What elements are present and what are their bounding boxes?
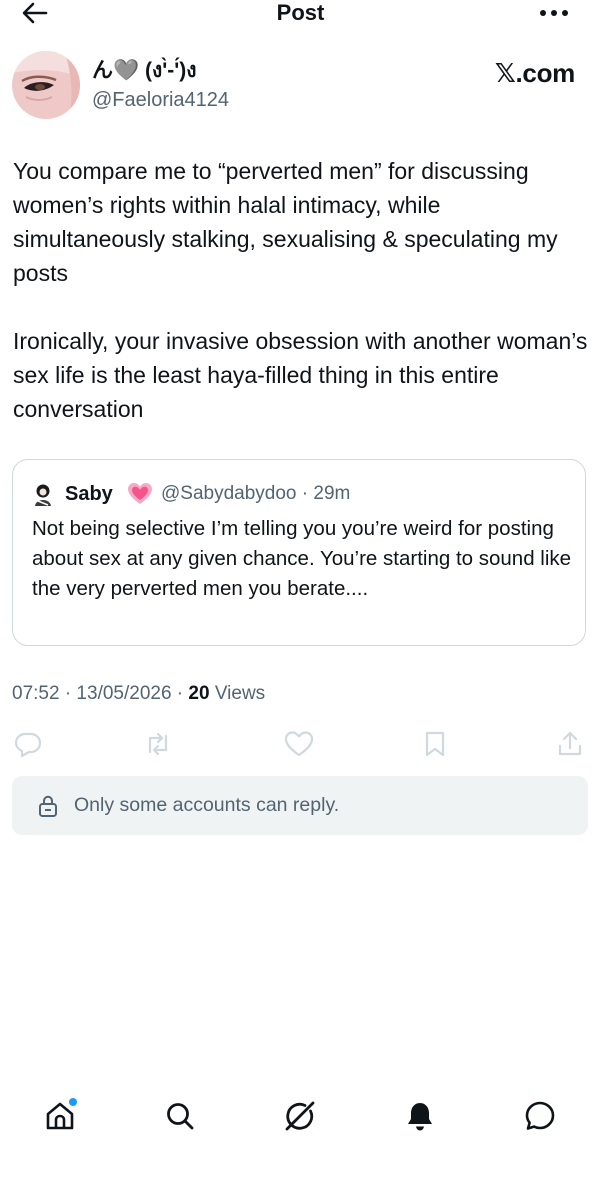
post-paragraph: Ironically, your invasive obsession with… bbox=[13, 328, 588, 422]
reply-restriction-notice: Only some accounts can reply. bbox=[12, 776, 588, 835]
grok-icon bbox=[285, 1101, 315, 1131]
views-label: Views bbox=[209, 683, 266, 704]
quote-author-name: Saby bbox=[65, 483, 113, 505]
like-button[interactable] bbox=[284, 729, 314, 759]
author-avatar[interactable] bbox=[12, 51, 80, 119]
post-timestamp: 07:52 · 13/05/2026 · bbox=[12, 683, 189, 704]
avatar-image bbox=[12, 51, 80, 119]
nav-grok[interactable] bbox=[280, 1096, 320, 1136]
pink-heart-icon bbox=[128, 483, 152, 504]
source-badge: 𝕏.com bbox=[494, 58, 575, 88]
views-count: 20 bbox=[188, 683, 210, 704]
notifications-icon bbox=[408, 1103, 432, 1131]
quote-heart-emoji bbox=[127, 482, 153, 506]
nav-search[interactable] bbox=[160, 1096, 200, 1136]
more-horizontal-icon bbox=[540, 10, 568, 16]
quoted-post[interactable]: Saby @Sabydabydoo · 29m Not being select… bbox=[12, 459, 586, 646]
post-paragraph: You compare me to “perverted men” for di… bbox=[13, 158, 558, 286]
nav-notifications[interactable] bbox=[400, 1096, 440, 1136]
share-button[interactable] bbox=[555, 729, 585, 759]
nav-home[interactable] bbox=[40, 1096, 80, 1136]
quote-text: Not being selective I’m telling you you’… bbox=[32, 517, 572, 600]
like-icon bbox=[284, 731, 314, 757]
author-display-name[interactable]: ん🩶 (ง'̀-'́)ง bbox=[92, 58, 196, 84]
quote-avatar-image bbox=[35, 484, 51, 506]
bottom-navigation bbox=[0, 1090, 601, 1150]
reply-icon bbox=[14, 732, 42, 758]
search-icon bbox=[167, 1103, 194, 1130]
page-title: Post bbox=[276, 0, 325, 25]
reply-restriction-text: Only some accounts can reply. bbox=[74, 794, 340, 816]
author-handle[interactable]: @Faeloria4124 bbox=[92, 87, 229, 113]
bookmark-icon bbox=[425, 731, 445, 757]
share-icon bbox=[558, 731, 582, 756]
quote-avatar bbox=[32, 483, 54, 507]
nav-messages[interactable] bbox=[520, 1096, 560, 1136]
top-bar: Post bbox=[0, 0, 601, 30]
repost-icon bbox=[148, 732, 168, 756]
post-body: You compare me to “perverted men” for di… bbox=[13, 154, 595, 426]
bookmark-button[interactable] bbox=[420, 729, 450, 759]
more-button[interactable] bbox=[537, 2, 571, 24]
messages-icon bbox=[525, 1101, 555, 1130]
reply-button[interactable] bbox=[13, 729, 43, 759]
notification-dot bbox=[69, 1098, 77, 1106]
quote-handle-time: @Sabydabydoo · 29m bbox=[161, 483, 351, 504]
post-meta: 07:52 · 13/05/2026 · 20 Views bbox=[12, 681, 265, 707]
repost-button[interactable] bbox=[143, 729, 173, 759]
lock-icon bbox=[36, 794, 60, 818]
post-actions bbox=[0, 726, 601, 760]
